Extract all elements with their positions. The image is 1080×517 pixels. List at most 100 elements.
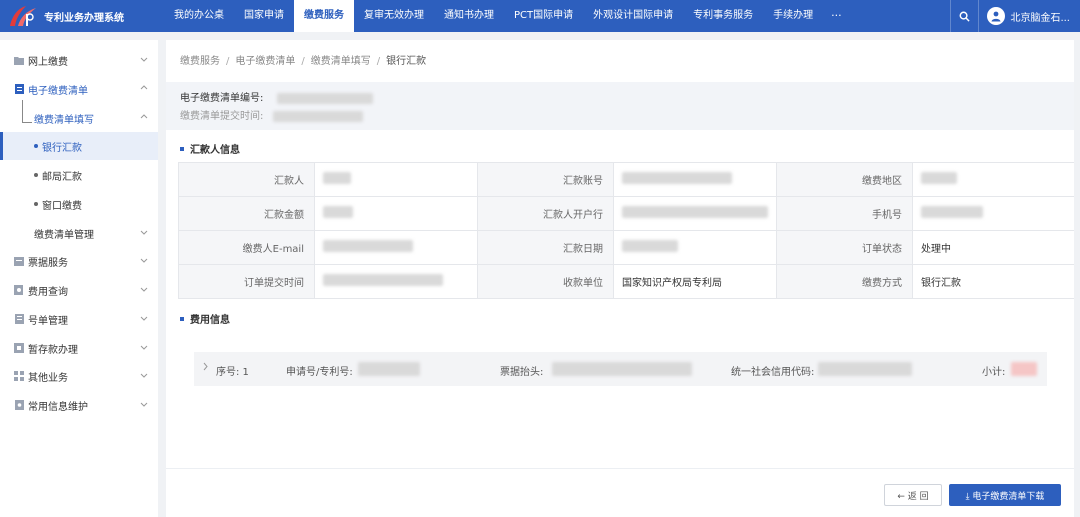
sidebar-item-label: 号单管理 <box>28 315 68 327</box>
cell-label: 订单提交时间 <box>178 264 315 299</box>
chevron-down-icon <box>140 316 148 321</box>
sidebar-item-label: 邮局汇款 <box>42 171 82 183</box>
section-marker-icon <box>180 316 184 321</box>
redacted-value <box>1011 362 1037 376</box>
brand[interactable]: 专利业务办理系统 <box>0 0 160 32</box>
main-nav: 我的办公桌 国家申请 缴费服务 复审无效办理 通知书办理 PCT国际申请 外观设… <box>164 0 850 32</box>
avatar <box>987 7 1006 25</box>
cell-label: 汇款账号 <box>477 162 614 197</box>
order-status-value: 处理中 <box>912 230 1076 265</box>
sidebar-item-post-remittance[interactable]: 邮局汇款 <box>0 161 158 189</box>
nav-item-design-international[interactable]: 外观设计国际申请 <box>583 0 683 32</box>
bullet-icon <box>34 202 38 206</box>
chevron-up-icon <box>140 85 148 90</box>
table-row: 汇款人 汇款账号 缴费地区 <box>178 162 1076 197</box>
bullet-icon <box>34 144 38 148</box>
sidebar-item-receipt-service[interactable]: 票据服务 <box>0 247 158 275</box>
redacted-value <box>323 274 443 286</box>
nav-item-my-desk[interactable]: 我的办公桌 <box>164 0 234 32</box>
logo-icon <box>6 4 40 28</box>
cell-value <box>314 230 478 265</box>
sidebar-item-fill-list[interactable]: 缴费清单填写 <box>0 104 158 132</box>
sidebar-item-fee-query[interactable]: 费用查询 <box>0 276 158 304</box>
cell-label: 汇款金额 <box>178 196 315 231</box>
cell-label: 缴费地区 <box>776 162 913 197</box>
list-icon <box>14 314 24 324</box>
sidebar-item-number-management[interactable]: 号单管理 <box>0 305 158 333</box>
nav-more-button[interactable]: ··· <box>823 0 850 32</box>
sidebar-item-label: 银行汇款 <box>42 142 82 154</box>
cell-value <box>613 162 777 197</box>
sidebar-item-label: 缴费清单填写 <box>34 114 94 126</box>
redacted-value <box>323 206 353 218</box>
sidebar-item-window-payment[interactable]: 窗口缴费 <box>0 190 158 218</box>
cell-value <box>613 196 777 231</box>
nav-item-procedures[interactable]: 手续办理 <box>763 0 823 32</box>
back-button[interactable]: ← 返 回 <box>884 484 942 506</box>
sidebar-item-deposit[interactable]: 暂存款办理 <box>0 334 158 362</box>
cell-value <box>314 196 478 231</box>
sidebar-item-label: 票据服务 <box>28 257 68 269</box>
payee-value: 国家知识产权局专利局 <box>613 264 777 299</box>
redacted-value <box>552 362 692 376</box>
cell-label: 汇款人 <box>178 162 315 197</box>
redacted-value <box>272 110 363 122</box>
nav-item-patent-affairs[interactable]: 专利事务服务 <box>683 0 763 32</box>
fee-invoice-title-label: 票据抬头: <box>500 367 544 378</box>
sidebar-item-label: 常用信息维护 <box>28 401 88 413</box>
scrollbar-track[interactable] <box>1074 40 1080 517</box>
nav-item-reexamination[interactable]: 复审无效办理 <box>354 0 434 32</box>
redacted-value <box>276 92 373 104</box>
section-title-fee: 费用信息 <box>180 311 230 326</box>
payment-method-value: 银行汇款 <box>912 264 1076 299</box>
download-list-button[interactable]: ⤓ 电子缴费清单下载 <box>949 484 1061 506</box>
chevron-up-icon <box>140 114 148 119</box>
fee-app-no-label: 申请号/专利号: <box>286 367 353 378</box>
redacted-value <box>921 172 957 184</box>
cell-value <box>314 264 478 299</box>
fee-item-row[interactable]: 序号: 1 申请号/专利号: 票据抬头: 统一社会信用代码: 小计: <box>194 352 1047 386</box>
sidebar-item-list-management[interactable]: 缴费清单管理 <box>0 219 158 247</box>
fee-credit-code-label: 统一社会信用代码: <box>731 367 815 378</box>
chevron-down-icon <box>140 57 148 62</box>
redacted-value <box>358 362 420 376</box>
selected-indicator <box>0 132 3 160</box>
redacted-value <box>622 172 732 184</box>
cell-label: 收款单位 <box>477 264 614 299</box>
chevron-right-icon[interactable] <box>202 362 209 374</box>
sidebar-item-label: 其他业务 <box>28 372 68 384</box>
nav-item-national-application[interactable]: 国家申请 <box>234 0 294 32</box>
breadcrumb-item[interactable]: 缴费服务 <box>180 56 220 67</box>
sidebar-item-online-payment[interactable]: 网上缴费 <box>0 46 158 74</box>
breadcrumb-separator: / <box>301 56 305 67</box>
breadcrumb-item[interactable]: 电子缴费清单 <box>235 56 295 67</box>
chevron-down-icon <box>140 402 148 407</box>
cell-value <box>613 230 777 265</box>
divider <box>166 468 1080 469</box>
sidebar-item-info-maintenance[interactable]: 常用信息维护 <box>0 391 158 419</box>
breadcrumb-item[interactable]: 缴费清单填写 <box>311 56 371 67</box>
deposit-icon <box>14 343 24 353</box>
user-menu[interactable]: 北京脑金石... <box>978 0 1080 32</box>
sidebar-item-label: 网上缴费 <box>28 56 68 68</box>
sidebar-item-other-business[interactable]: 其他业务 <box>0 362 158 390</box>
search-button[interactable] <box>950 0 978 32</box>
section-title-remitter: 汇款人信息 <box>180 141 240 156</box>
submit-time-label: 缴费清单提交时间: <box>180 111 264 122</box>
breadcrumb: 缴费服务 / 电子缴费清单 / 缴费清单填写 / 银行汇款 <box>180 52 426 67</box>
sidebar-item-electronic-list[interactable]: 电子缴费清单 <box>0 75 158 103</box>
user-name: 北京脑金石... <box>1010 12 1070 24</box>
submit-time-row: 缴费清单提交时间: <box>180 107 363 122</box>
nav-item-fee-service[interactable]: 缴费服务 <box>294 0 354 32</box>
sidebar-item-bank-remittance[interactable]: 银行汇款 <box>0 132 158 160</box>
list-number-label: 电子缴费清单编号: <box>180 93 264 104</box>
section-marker-icon <box>180 146 184 151</box>
sidebar-item-label: 缴费清单管理 <box>34 229 94 241</box>
nav-item-notice[interactable]: 通知书办理 <box>434 0 504 32</box>
redacted-value <box>622 240 678 252</box>
sidebar: 网上缴费 电子缴费清单 缴费清单填写 银行汇款 邮局汇款 窗口缴费 缴费清单管理… <box>0 40 158 517</box>
nav-item-pct[interactable]: PCT国际申请 <box>504 0 583 32</box>
cell-label: 手机号 <box>776 196 913 231</box>
section-title-text: 汇款人信息 <box>190 145 240 156</box>
sidebar-item-label: 费用查询 <box>28 286 68 298</box>
